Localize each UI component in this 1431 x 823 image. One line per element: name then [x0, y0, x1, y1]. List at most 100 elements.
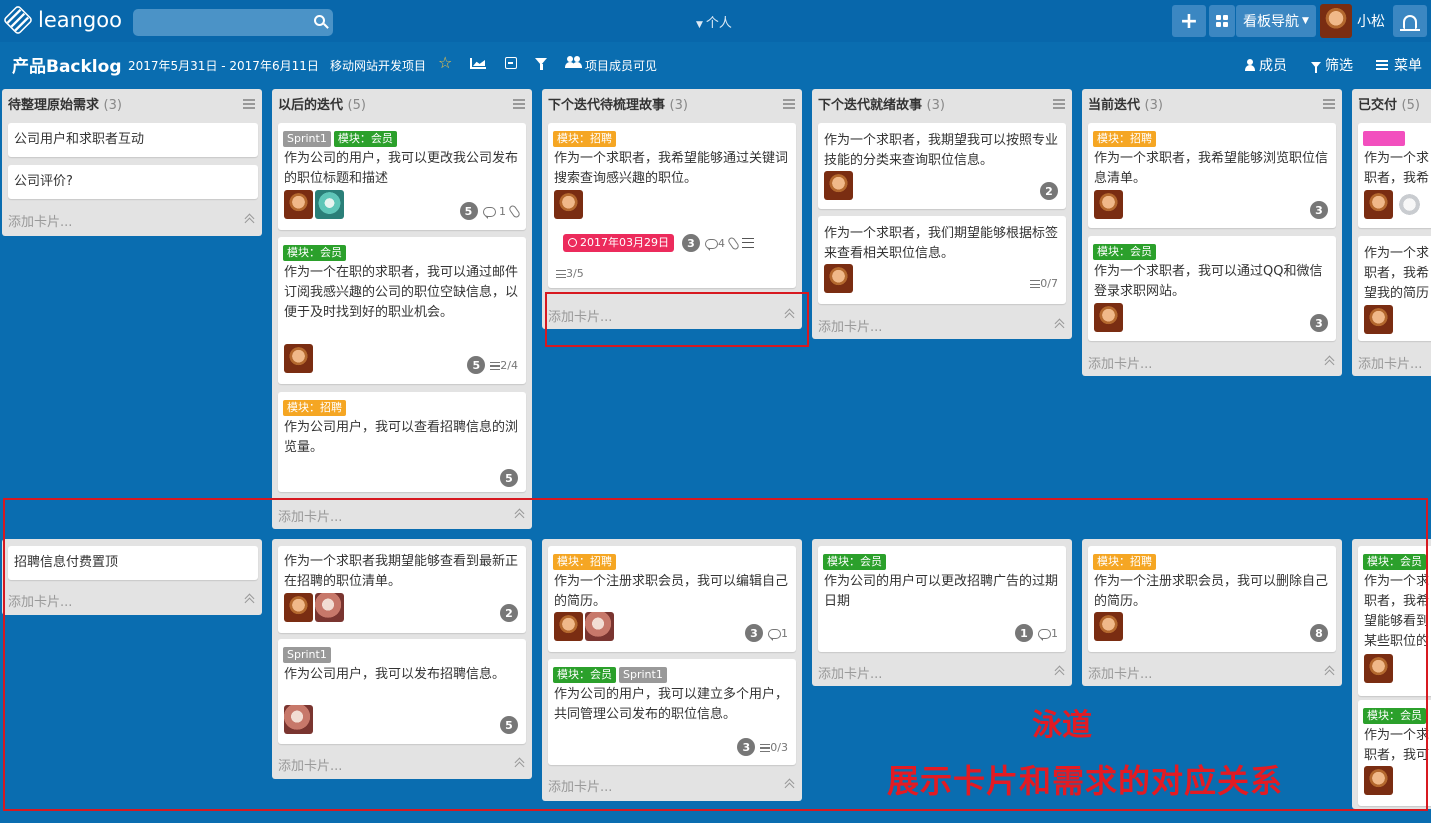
visibility-label[interactable]: 项目成员可见 [585, 57, 657, 74]
list-menu-icon[interactable] [513, 103, 525, 105]
avatar [1364, 190, 1393, 219]
user-name[interactable]: 小松 [1357, 11, 1385, 31]
board-nav-button[interactable]: 看板导航 ▼ [1236, 5, 1316, 37]
label-member: 模块：会员 [283, 245, 346, 261]
card-text: 作为一个求职者，我希望能够浏览职位信息清单。 [1094, 151, 1329, 186]
list-col-5-lane-1: 已交付 (5) 作为一个求职者，我希望在忘记密码的时候， 作为一个求职者，我希望… [1352, 89, 1431, 376]
checklist-progress: 3/5 [566, 267, 584, 280]
menu-icon [1376, 64, 1388, 66]
list-title[interactable]: 以后的迭代 (5) [278, 94, 366, 113]
list-col-0-lane-1: 待整理原始需求 (3) 公司用户和求职者互动 公司评价? 添加卡片... [2, 89, 262, 236]
add-card-link[interactable]: 添加卡片... [1088, 353, 1152, 372]
card[interactable]: 作为一个求职者，我期望我可以按照专业技能的分类来查询职位信息。 2 [818, 123, 1066, 209]
card-text: 作为一个求职者，我希望在忘记密码的时候， [1364, 151, 1430, 186]
attachment-icon [726, 235, 741, 251]
card[interactable]: 公司用户和求职者互动 [8, 123, 258, 157]
card-text: 公司用户和求职者互动 [14, 132, 145, 147]
comment-icon [705, 238, 718, 251]
estimate-badge: 5 [467, 356, 486, 374]
card-text: 作为一个在职的求职者，我可以通过邮件订阅我感兴趣的公司的职位空缺信息，以便于及时… [284, 265, 519, 320]
caret-down-icon: ▼ [696, 20, 703, 30]
description-icon [742, 238, 754, 248]
card[interactable]: 公司评价? [8, 165, 258, 199]
avatar [1395, 190, 1424, 219]
star-icon[interactable]: ☆ [438, 53, 452, 72]
avatar [315, 190, 344, 219]
card-text: 作为一个求职者，我希望能够通过关键词搜索查询感兴趣的职位。 [554, 151, 789, 186]
list-title[interactable]: 下个迭代就绪故事 (3) [818, 94, 945, 113]
card[interactable]: 作为一个求职者，我希望我的简历可以被查询到，并且公司用户能够看到我的简历。 [1358, 236, 1431, 341]
filter-button[interactable]: 筛选 [1311, 55, 1353, 75]
add-card-link[interactable]: 添加卡片... [8, 211, 72, 230]
menu-button[interactable]: 菜单 [1376, 55, 1422, 75]
search-input[interactable] [133, 9, 333, 36]
members-button[interactable]: 成员 [1245, 55, 1287, 75]
personal-dropdown[interactable]: ▼ 个人 [696, 12, 732, 31]
board-title[interactable]: 产品Backlog [12, 52, 122, 77]
list-menu-icon[interactable] [1323, 103, 1335, 105]
card[interactable]: 模块：会员 作为一个在职的求职者，我可以通过邮件订阅我感兴趣的公司的职位空缺信息… [278, 237, 526, 384]
card[interactable]: 模块：会员 作为一个求职者，我可以通过QQ和微信登录求职网站。 3 [1088, 236, 1336, 341]
filter-icon[interactable] [535, 58, 547, 70]
checklist-icon [490, 361, 501, 370]
card[interactable]: 作为一个求职者，我希望在忘记密码的时候， [1358, 123, 1431, 228]
grid-icon [1216, 15, 1228, 27]
person-icon [1245, 59, 1255, 71]
add-card-link[interactable]: 添加卡片... [818, 316, 882, 335]
funnel-icon [1311, 62, 1321, 73]
card[interactable]: 作为一个求职者，我们期望能够根据标签来查看相关职位信息。 0/7 [818, 216, 1066, 304]
card-text: 作为公司的用户，我可以更改我公司发布的职位标题和描述 [284, 151, 519, 186]
bell-icon [1400, 15, 1420, 31]
card[interactable]: 模块：招聘 作为一个求职者，我希望能够通过关键词搜索查询感兴趣的职位。 2017… [548, 123, 796, 288]
clock-icon [568, 238, 577, 247]
card[interactable]: Sprint1 模块：会员 作为公司的用户，我可以更改我公司发布的职位标题和描述… [278, 123, 526, 230]
label-recruit: 模块：招聘 [1093, 131, 1156, 147]
board-project[interactable]: 移动网站开发项目 [330, 57, 426, 74]
card[interactable]: 模块：招聘 作为一个求职者，我希望能够浏览职位信息清单。 3 [1088, 123, 1336, 228]
list-menu-icon[interactable] [243, 103, 255, 105]
checklist-icon [1030, 280, 1041, 288]
plus-icon: + [1179, 8, 1199, 34]
card-text: 作为一个求职者，我们期望能够根据标签来查看相关职位信息。 [824, 226, 1059, 261]
estimate-badge: 3 [1310, 201, 1328, 219]
list-col-1-lane-1: 以后的迭代 (5) Sprint1 模块：会员 作为公司的用户，我可以更改我公司… [272, 89, 532, 529]
list-title[interactable]: 下个迭代待梳理故事 (3) [548, 94, 688, 113]
apps-button[interactable] [1209, 5, 1235, 37]
estimate-badge: 3 [682, 234, 700, 252]
label-sprint: Sprint1 [283, 131, 331, 147]
add-button[interactable]: + [1172, 5, 1206, 37]
card-text: 公司评价? [14, 174, 73, 189]
logo-text: leangoo [38, 8, 122, 32]
leangoo-logo[interactable]: leangoo [2, 4, 122, 36]
estimate-badge: 5 [500, 469, 518, 487]
checklist-icon [556, 270, 566, 278]
collapse-up-icon[interactable] [245, 213, 254, 222]
list-col-3-lane-1: 下个迭代就绪故事 (3) 作为一个求职者，我期望我可以按照专业技能的分类来查询职… [812, 89, 1072, 339]
board-nav-label: 看板导航 [1243, 14, 1300, 30]
label-member: 模块：会员 [1093, 244, 1156, 260]
card-text: 作为一个求职者，我希望我的简历可以被查询到，并且公司用户能够看到我的简历。 [1364, 246, 1430, 301]
user-avatar[interactable] [1320, 4, 1352, 38]
logo-icon [2, 4, 34, 36]
collapse-icon[interactable] [505, 57, 517, 69]
attachment-icon [507, 203, 522, 219]
list-title[interactable]: 待整理原始需求 (3) [8, 94, 122, 113]
list-menu-icon[interactable] [783, 103, 795, 105]
annotation-title: 泳道 [1032, 708, 1092, 743]
board-dates: 2017年5月31日 - 2017年6月11日 [128, 59, 319, 73]
avatar [284, 344, 313, 373]
list-col-4-lane-1: 当前迭代 (3) 模块：招聘 作为一个求职者，我希望能够浏览职位信息清单。 3 … [1082, 89, 1342, 376]
search-icon[interactable] [314, 15, 325, 26]
collapse-up-icon[interactable] [1325, 355, 1334, 364]
chart-icon[interactable] [470, 58, 486, 69]
list-title[interactable]: 已交付 (5) [1358, 94, 1420, 113]
card[interactable]: 模块：招聘 作为公司用户，我可以查看招聘信息的浏览量。 5 [278, 392, 526, 492]
top-navbar: leangoo ▼ 个人 + 看板导航 ▼ 小松 [0, 0, 1431, 42]
board-header: 产品Backlog 2017年5月31日 - 2017年6月11日 移动网站开发… [0, 42, 1431, 88]
list-menu-icon[interactable] [1053, 103, 1065, 105]
notifications-button[interactable] [1393, 5, 1427, 37]
add-card-link[interactable]: 添加卡片... [1358, 353, 1422, 372]
list-title[interactable]: 当前迭代 (3) [1088, 94, 1163, 113]
due-date-badge[interactable]: 2017年03月29日 [563, 234, 674, 252]
collapse-up-icon[interactable] [1055, 318, 1064, 327]
